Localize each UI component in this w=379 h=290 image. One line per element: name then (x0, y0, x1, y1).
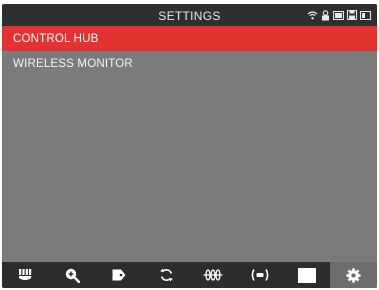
menu-item-control-hub[interactable]: CONTROL HUB (2, 26, 377, 51)
save-icon (347, 10, 357, 20)
tag-button[interactable] (96, 262, 143, 288)
settings-screen: SETTINGS CONTROL HUB WIRELESS MONITOR (2, 4, 377, 288)
broadcast-icon (250, 268, 270, 282)
title-bar: SETTINGS (2, 4, 377, 26)
zoom-in-button[interactable] (49, 262, 96, 288)
refresh-icon (159, 268, 173, 282)
menu-item-wireless-monitor[interactable]: WIRELESS MONITOR (2, 51, 377, 76)
battery-icon (333, 10, 344, 20)
tire-tread-button[interactable] (2, 262, 49, 288)
gear-icon (346, 267, 361, 283)
refresh-button[interactable] (143, 262, 190, 288)
blank-square-icon (297, 267, 316, 283)
wifi-icon (307, 10, 318, 20)
blank-button[interactable] (283, 262, 330, 288)
tire-tread-icon (18, 268, 32, 282)
settings-button[interactable] (330, 262, 377, 288)
bottom-toolbar (2, 262, 377, 288)
person-lock-icon (321, 9, 330, 21)
zoom-in-icon (65, 268, 80, 283)
tag-icon (112, 269, 126, 281)
broadcast-button[interactable] (236, 262, 283, 288)
status-icons (307, 9, 371, 21)
battery-low-icon (360, 10, 371, 20)
coil-icon (203, 268, 223, 282)
coil-button[interactable] (190, 262, 237, 288)
settings-menu: CONTROL HUB WIRELESS MONITOR (2, 26, 377, 76)
